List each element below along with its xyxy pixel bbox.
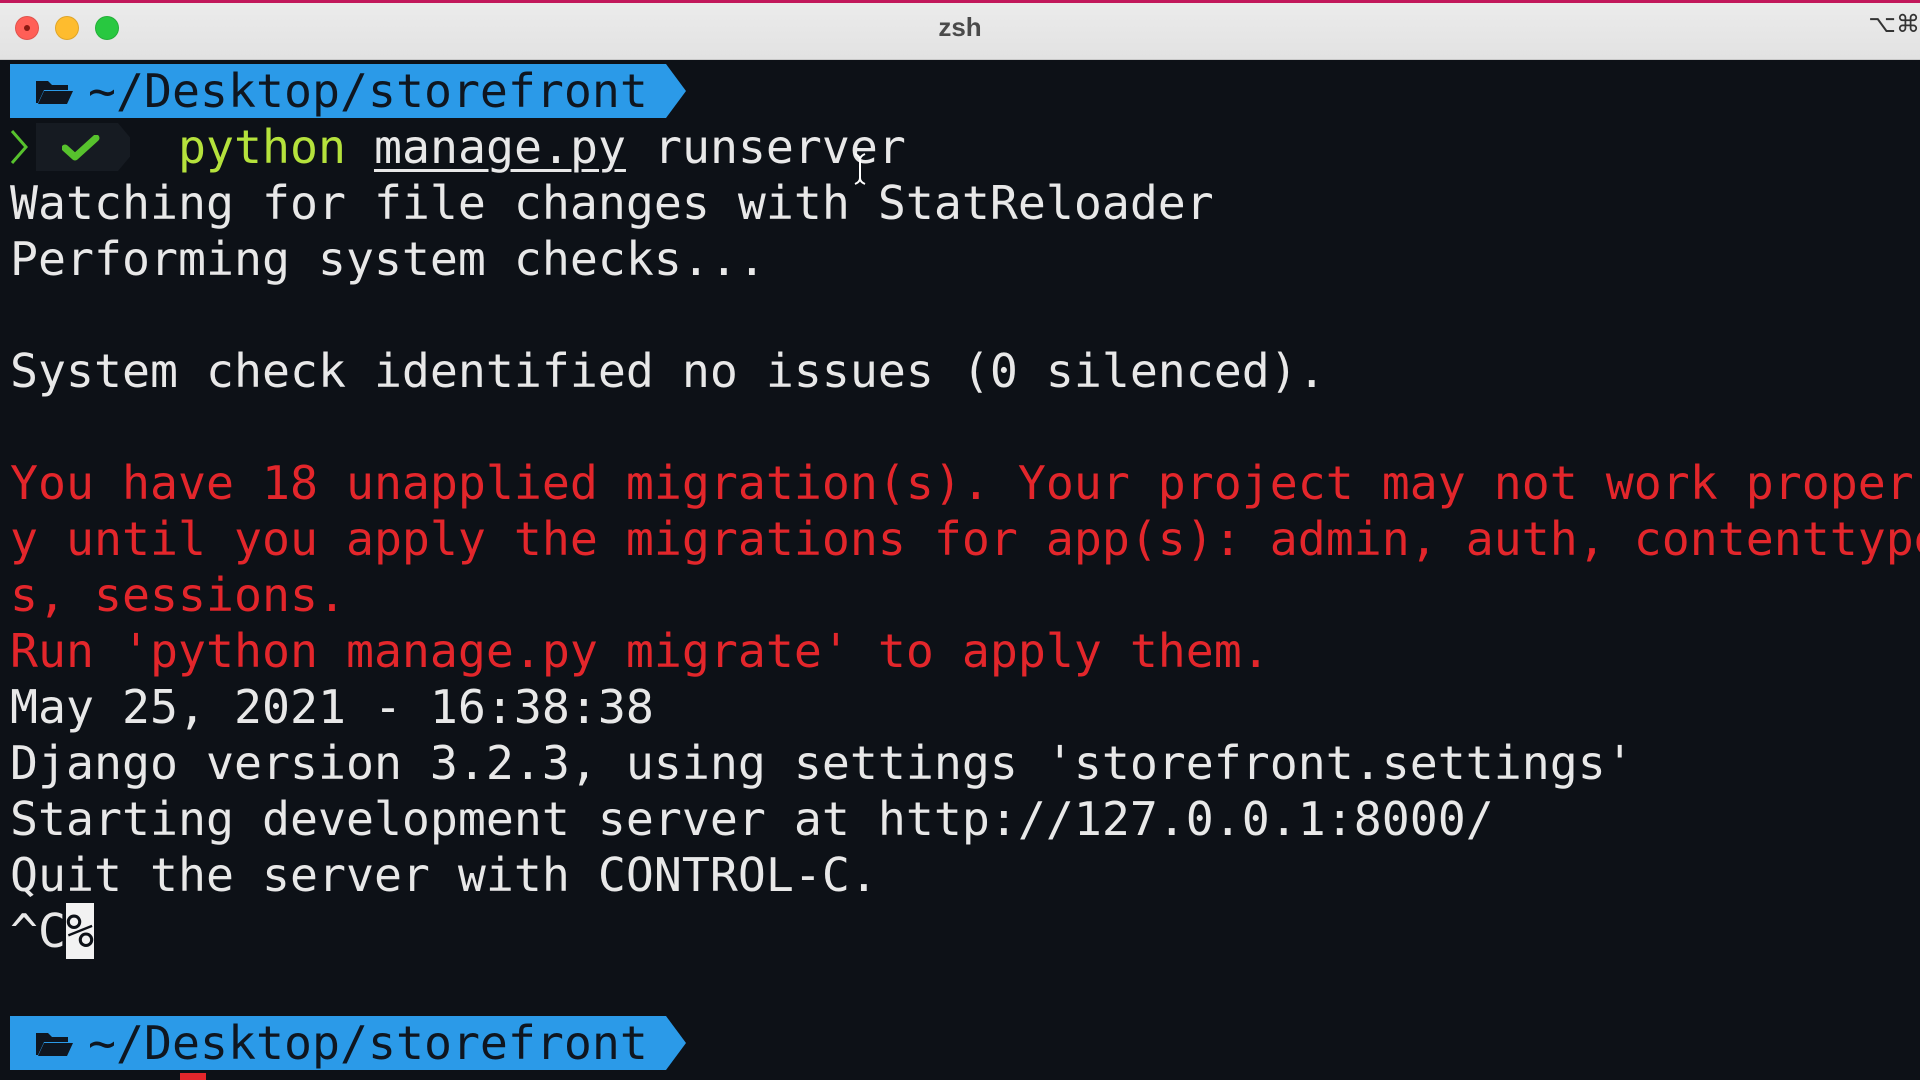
folder-open-icon [36, 1033, 73, 1056]
scroll-marker [180, 1073, 206, 1080]
output-line: Quit the server with CONTROL-C. [10, 848, 878, 902]
prompt-path: ~/Desktop/storefront [88, 64, 648, 118]
shortcut-hint: ⌥⌘ [1868, 10, 1920, 38]
command-argument: runserver [653, 120, 906, 174]
warning-line: You have 18 unapplied migration(s). Your… [10, 456, 1914, 510]
prompt-segment: ~/Desktop/storefront [10, 64, 686, 118]
output-line: System check identified no issues (0 sil… [10, 344, 1326, 398]
command-program: python [178, 120, 346, 174]
interrupt-text: ^C [10, 904, 66, 958]
terminal-content[interactable]: ~/Desktop/storefront python manage.py ru… [0, 60, 1920, 1080]
checkmark-icon [62, 135, 100, 161]
output-line: Performing system checks... [10, 232, 766, 286]
title-bar[interactable]: zsh ⌥⌘ [0, 0, 1920, 60]
prompt-directory-segment: ~/Desktop/storefront [10, 64, 686, 118]
window-title: zsh [938, 12, 982, 42]
interrupt-line: ^C% [10, 903, 94, 959]
prompt-directory-segment: ~/Desktop/storefront [10, 1016, 686, 1070]
command-file: manage.py [373, 120, 626, 174]
prompt-status-segment [0, 119, 130, 175]
title-bar-accent [0, 0, 1920, 3]
output-line: May 25, 2021 - 16:38:38 [10, 680, 654, 734]
eol-marker: % [66, 903, 94, 959]
warning-line: y until you apply the migrations for app… [10, 512, 1920, 566]
warning-line: Run 'python manage.py migrate' to apply … [10, 624, 1270, 678]
prompt-segment: ~/Desktop/storefront [10, 1016, 686, 1070]
output-line: Watching for file changes with StatReloa… [10, 176, 1214, 230]
terminal-window: zsh ⌥⌘ ~/Desktop/storefront python manag… [0, 0, 1920, 1080]
folder-open-icon [36, 81, 73, 104]
warning-line: s, sessions. [10, 568, 346, 622]
output-line: Django version 3.2.3, using settings 'st… [10, 736, 1634, 790]
output-line: Starting development server at http://12… [10, 792, 1494, 846]
command-line: python manage.py runserver [178, 119, 906, 175]
prompt-path: ~/Desktop/storefront [88, 1016, 648, 1070]
